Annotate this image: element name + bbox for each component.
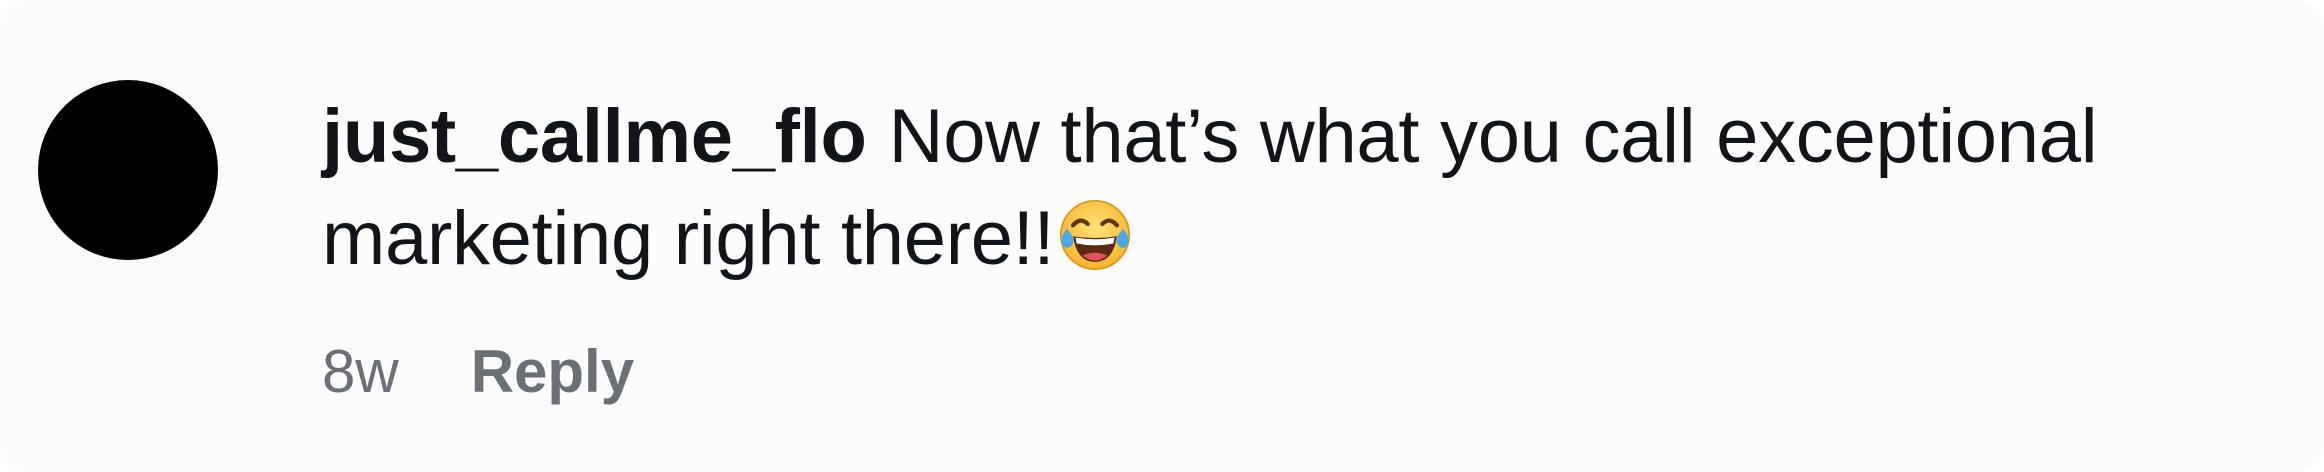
avatar[interactable] (38, 80, 218, 260)
reply-button[interactable]: Reply (471, 332, 634, 412)
face-with-tears-of-joy-icon (1060, 199, 1131, 271)
comment-card: just_callme_flo Now that’s what you call … (0, 0, 2324, 472)
timestamp: 8w (322, 338, 399, 405)
comment-meta: 8w Reply (322, 332, 634, 412)
username[interactable]: just_callme_flo (322, 94, 867, 179)
comment-body: just_callme_flo Now that’s what you call … (322, 86, 2272, 290)
